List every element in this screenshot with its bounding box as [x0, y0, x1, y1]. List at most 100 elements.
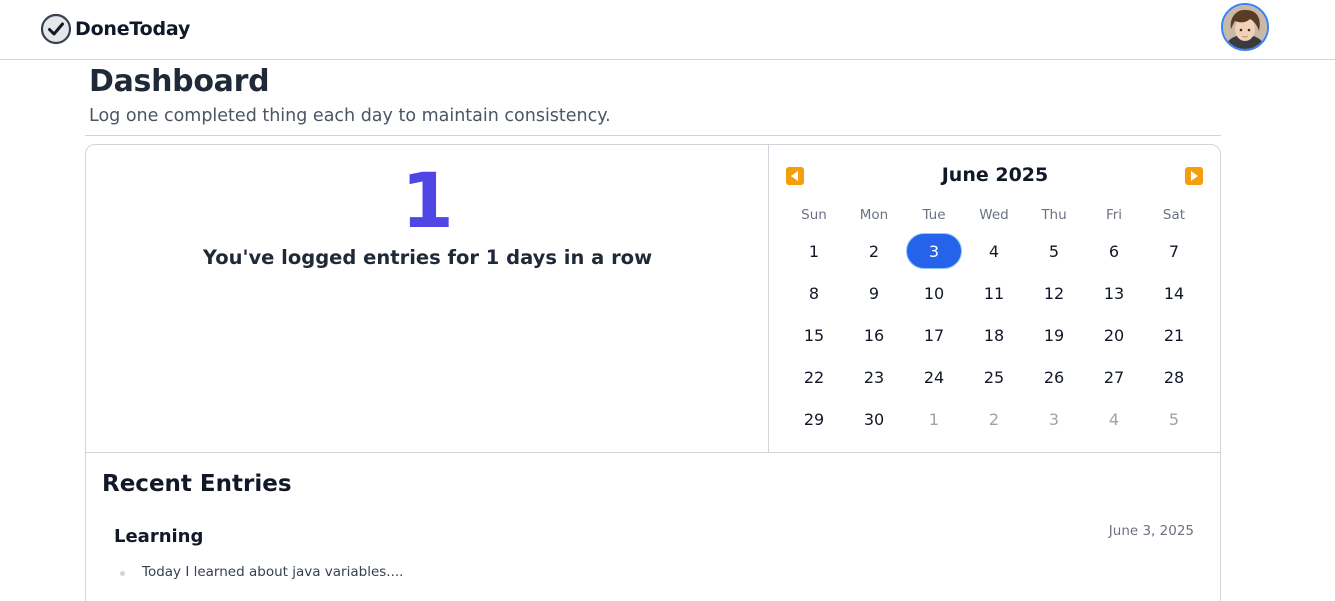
- weekday-label: Tue: [922, 207, 946, 223]
- streak-panel: 1 You've logged entries for 1 days in a …: [86, 145, 769, 452]
- weekday-label: Sun: [801, 207, 827, 223]
- calendar-day[interactable]: 2: [844, 230, 904, 272]
- calendar-day-number: 19: [1043, 325, 1065, 345]
- calendar-day-number: 4: [988, 241, 1000, 261]
- check-circle-icon: [40, 13, 72, 45]
- user-avatar[interactable]: [1221, 3, 1269, 51]
- weekday-label: Wed: [979, 207, 1009, 223]
- calendar-day-number: 8: [808, 283, 820, 303]
- calendar-day-number: 4: [1108, 409, 1120, 429]
- calendar-day[interactable]: 5: [1024, 230, 1084, 272]
- calendar-day[interactable]: 29: [784, 398, 844, 440]
- calendar-day-selected[interactable]: 3: [904, 230, 964, 272]
- calendar-day[interactable]: 9: [844, 272, 904, 314]
- calendar-day[interactable]: 17: [904, 314, 964, 356]
- calendar-day-number: 16: [863, 325, 885, 345]
- calendar-day-number: 30: [863, 409, 885, 429]
- weekday-label: Mon: [859, 207, 889, 223]
- calendar-day[interactable]: 3: [1024, 398, 1084, 440]
- calendar-day[interactable]: 4: [964, 230, 1024, 272]
- calendar-day-number: 5: [1168, 409, 1180, 429]
- calendar: June 2025 Sun Mon Tue Wed Thu Fri Sat 12345678…: [770, 145, 1220, 452]
- calendar-day[interactable]: 5: [1144, 398, 1204, 440]
- calendar-day[interactable]: 27: [1084, 356, 1144, 398]
- calendar-day[interactable]: 1: [784, 230, 844, 272]
- weekday-label: Fri: [1105, 207, 1123, 223]
- calendar-day-number: 15: [803, 325, 825, 345]
- calendar-day-number: 18: [983, 325, 1005, 345]
- calendar-day-number: 22: [803, 367, 825, 387]
- calendar-day-grid: 1 2 3 4 5 6 7 8 9 10 11 12 13 14 15 16 17 18 19 20 21 22 23 24 2…: [784, 230, 1204, 440]
- streak-message: You've logged entries for 1 days in a ro…: [202, 246, 653, 269]
- calendar-day[interactable]: 2: [964, 398, 1024, 440]
- calendar-day-number: 11: [983, 283, 1005, 303]
- calendar-day-number: 17: [923, 325, 945, 345]
- calendar-day-number: 13: [1103, 283, 1125, 303]
- dashboard-card: 1 You've logged entries for 1 days in a …: [85, 144, 1221, 601]
- calendar-day[interactable]: 4: [1084, 398, 1144, 440]
- entry-title: Learning: [114, 526, 204, 547]
- calendar-day[interactable]: 8: [784, 272, 844, 314]
- calendar-day[interactable]: 18: [964, 314, 1024, 356]
- calendar-day-number: 7: [1168, 241, 1180, 261]
- triangle-right-icon[interactable]: [1185, 167, 1203, 185]
- calendar-day-number: 23: [863, 367, 885, 387]
- app-name: DoneToday: [75, 18, 191, 40]
- calendar-day[interactable]: 13: [1084, 272, 1144, 314]
- page-title: Dashboard: [89, 64, 270, 99]
- calendar-day-number: 28: [1163, 367, 1185, 387]
- calendar-day-number: 10: [923, 283, 945, 303]
- weekday-label: Thu: [1041, 207, 1067, 223]
- calendar-day-number: 21: [1163, 325, 1185, 345]
- page-subtitle: Log one completed thing each day to main…: [89, 106, 611, 126]
- triangle-left-icon[interactable]: [786, 167, 804, 185]
- calendar-day-number: 14: [1163, 283, 1185, 303]
- calendar-day-number: 27: [1103, 367, 1125, 387]
- recent-entries-section: Recent Entries Learning June 3, 2025 Tod…: [86, 452, 1220, 580]
- calendar-day-number: 2: [988, 409, 1000, 429]
- calendar-day[interactable]: 16: [844, 314, 904, 356]
- calendar-day[interactable]: 11: [964, 272, 1024, 314]
- title-divider: [85, 135, 1221, 136]
- calendar-day[interactable]: 14: [1144, 272, 1204, 314]
- calendar-day[interactable]: 25: [964, 356, 1024, 398]
- entry-date: June 3, 2025: [1108, 523, 1194, 539]
- entry-item-text: Today I learned about java variables....: [142, 564, 404, 580]
- calendar-day-number: 6: [1108, 241, 1120, 261]
- calendar-weekday-row: Sun Mon Tue Wed Thu Fri Sat: [784, 207, 1204, 223]
- calendar-day-number: 9: [868, 283, 880, 303]
- calendar-day[interactable]: 20: [1084, 314, 1144, 356]
- calendar-day[interactable]: 7: [1144, 230, 1204, 272]
- calendar-day-number: 1: [928, 409, 940, 429]
- top-navbar: DoneToday: [0, 0, 1335, 60]
- calendar-day[interactable]: 6: [1084, 230, 1144, 272]
- calendar-day[interactable]: 12: [1024, 272, 1084, 314]
- calendar-day-number: 25: [983, 367, 1005, 387]
- calendar-day[interactable]: 30: [844, 398, 904, 440]
- calendar-day[interactable]: 19: [1024, 314, 1084, 356]
- app-brand[interactable]: DoneToday: [40, 13, 190, 45]
- calendar-day-number: 26: [1043, 367, 1065, 387]
- calendar-day-number: 5: [1048, 241, 1060, 261]
- calendar-day[interactable]: 24: [904, 356, 964, 398]
- calendar-day[interactable]: 15: [784, 314, 844, 356]
- calendar-day[interactable]: 21: [1144, 314, 1204, 356]
- calendar-day-number: 20: [1103, 325, 1125, 345]
- calendar-day-number: 24: [923, 367, 945, 387]
- calendar-day-number: 3: [906, 233, 962, 269]
- calendar-day[interactable]: 22: [784, 356, 844, 398]
- calendar-day[interactable]: 23: [844, 356, 904, 398]
- calendar-day-number: 2: [868, 241, 880, 261]
- calendar-day-number: 1: [808, 241, 820, 261]
- streak-count: 1: [401, 156, 454, 245]
- calendar-day[interactable]: 26: [1024, 356, 1084, 398]
- recent-entries-title: Recent Entries: [102, 471, 292, 497]
- calendar-day-number: 12: [1043, 283, 1065, 303]
- calendar-day-number: 3: [1048, 409, 1060, 429]
- bullet-icon: [120, 571, 125, 576]
- calendar-day[interactable]: 1: [904, 398, 964, 440]
- weekday-label: Sat: [1162, 207, 1186, 223]
- calendar-month-label: June 2025: [941, 164, 1049, 186]
- calendar-day[interactable]: 28: [1144, 356, 1204, 398]
- calendar-day[interactable]: 10: [904, 272, 964, 314]
